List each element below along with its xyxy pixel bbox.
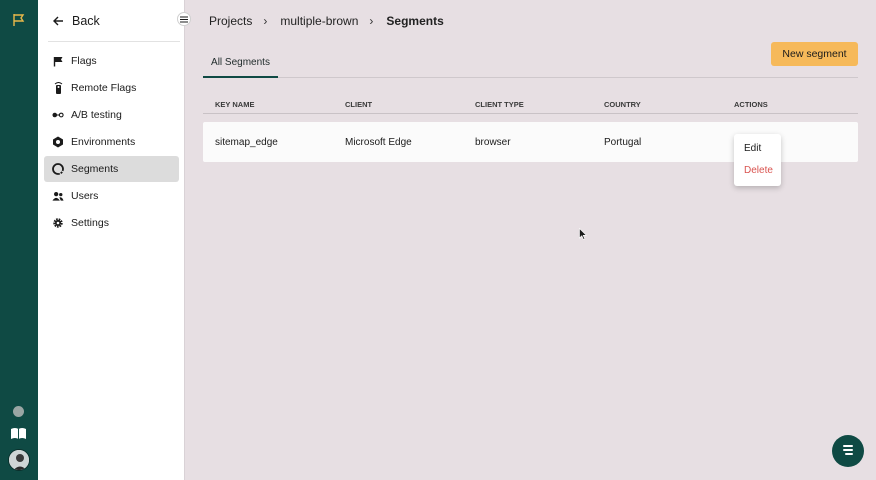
flag-outline-icon[interactable]: [11, 12, 27, 28]
status-dot-icon: [13, 406, 24, 417]
sidebar-item-label: Remote Flags: [71, 82, 137, 94]
chat-icon: [843, 445, 853, 455]
sidebar-item-settings[interactable]: Settings: [44, 210, 179, 236]
sidebar-collapse-button[interactable]: [177, 12, 191, 26]
users-icon: [52, 190, 64, 202]
chat-button[interactable]: [832, 435, 864, 467]
app-rail: [0, 0, 38, 480]
column-header-client-type: CLIENT TYPE: [475, 100, 524, 109]
sidebar-item-flags[interactable]: Flags: [44, 48, 179, 74]
arrow-left-icon: [53, 16, 63, 26]
column-header-country: COUNTRY: [604, 100, 641, 109]
mouse-cursor-icon: [579, 228, 587, 240]
chevron-right-icon: ›: [263, 14, 268, 28]
sidebar-item-environments[interactable]: Environments: [44, 129, 179, 155]
column-header-actions: ACTIONS: [734, 100, 768, 109]
cell-client-type: browser: [475, 137, 511, 148]
segments-icon: [52, 163, 64, 175]
cell-client: Microsoft Edge: [345, 137, 412, 148]
sidebar-item-ab-testing[interactable]: A/B testing: [44, 102, 179, 128]
flag-icon: [52, 55, 64, 67]
edit-menu-item[interactable]: Edit: [744, 143, 761, 154]
tab-bar: All Segments: [203, 48, 858, 78]
breadcrumb-projects[interactable]: Projects: [209, 14, 252, 28]
cell-key-name: sitemap_edge: [215, 137, 278, 148]
chevron-right-icon: ›: [369, 14, 374, 28]
cell-country: Portugal: [604, 137, 642, 148]
breadcrumb-project[interactable]: multiple-brown: [280, 14, 358, 28]
menu-icon: [180, 15, 188, 23]
sidebar-item-label: Environments: [71, 136, 136, 148]
environments-icon: [52, 136, 64, 148]
column-header-client: CLIENT: [345, 100, 373, 109]
back-label: Back: [72, 14, 100, 28]
sidebar-item-label: Users: [71, 190, 99, 202]
remote-icon: [52, 82, 64, 94]
gear-icon: [52, 217, 64, 229]
ab-testing-icon: [52, 109, 64, 121]
book-icon[interactable]: [10, 427, 27, 440]
sidebar-item-segments[interactable]: Segments: [44, 156, 179, 182]
breadcrumb-current: Segments: [386, 14, 444, 28]
sidebar-item-remote-flags[interactable]: Remote Flags: [44, 75, 179, 101]
user-avatar[interactable]: [8, 449, 30, 471]
sidebar-item-label: Segments: [71, 163, 119, 175]
sidebar-item-label: Settings: [71, 217, 109, 229]
sidebar-nav: Flags Remote Flags A/B testing Environme…: [44, 48, 179, 237]
table-header: KEY NAME CLIENT CLIENT TYPE COUNTRY ACTI…: [203, 96, 858, 114]
sidebar-item-users[interactable]: Users: [44, 183, 179, 209]
sidebar-item-label: A/B testing: [71, 109, 122, 121]
sidebar-divider: [48, 41, 180, 42]
delete-menu-item[interactable]: Delete: [744, 165, 773, 176]
tab-all-segments[interactable]: All Segments: [203, 48, 278, 78]
column-header-key-name: KEY NAME: [215, 100, 255, 109]
sidebar: Back Flags Remote Flags A/B testing Envi: [38, 0, 185, 480]
sidebar-item-label: Flags: [71, 55, 97, 67]
breadcrumb: Projects › multiple-brown › Segments: [209, 13, 444, 29]
back-button[interactable]: Back: [38, 8, 185, 34]
actions-menu: Edit Delete: [734, 134, 781, 186]
